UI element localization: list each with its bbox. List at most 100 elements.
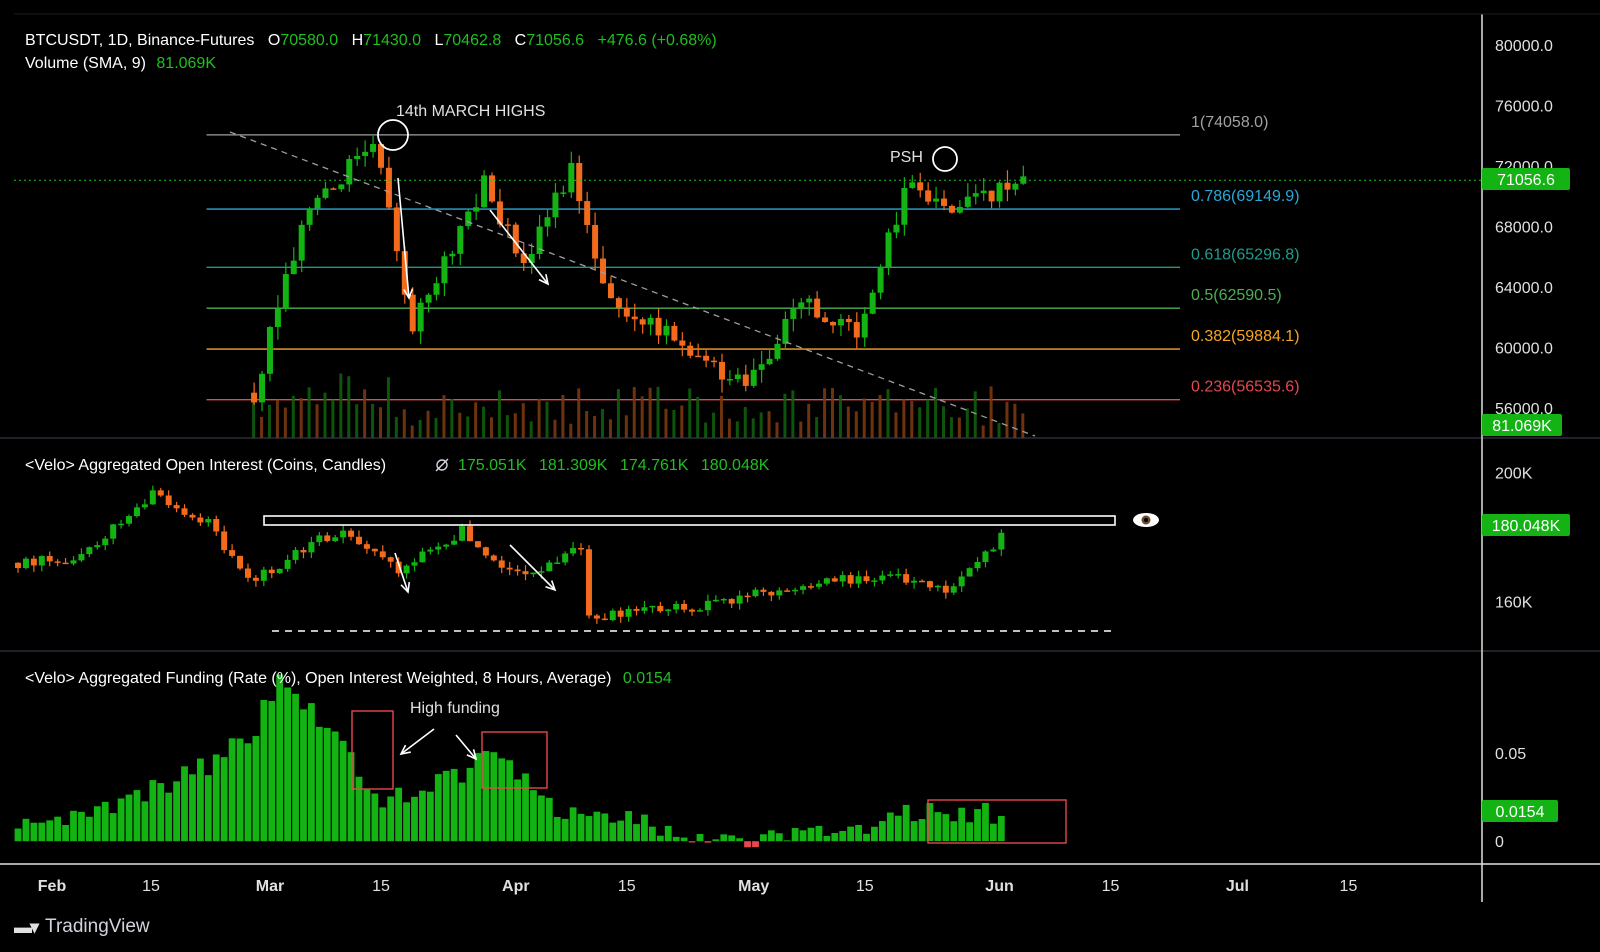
volume-bar <box>283 407 287 438</box>
oi-candle <box>649 605 656 608</box>
price-candle <box>655 317 662 336</box>
volume-bar <box>838 395 842 438</box>
funding-bar <box>561 818 569 842</box>
volume-bar <box>458 412 462 438</box>
price-candle <box>703 355 710 361</box>
funding-bar <box>989 823 997 842</box>
volume-bar <box>616 389 620 438</box>
volume-bar <box>878 395 882 438</box>
funding-bar <box>704 841 712 843</box>
oi-candle <box>657 605 664 612</box>
oi-candle <box>435 546 442 550</box>
oi-candle <box>229 550 236 556</box>
funding-bar <box>744 841 751 848</box>
volume-bar <box>751 418 755 438</box>
oi-candle <box>625 608 632 617</box>
brand-name: TradingView <box>45 916 150 937</box>
funding-bar <box>323 727 331 842</box>
volume-bar <box>601 408 605 438</box>
drawings[interactable] <box>14 119 1482 844</box>
march-highs-label: 14th MARCH HIGHS <box>396 103 545 120</box>
fib-label-2: 0.618(65296.8) <box>1191 246 1300 263</box>
volume-bar <box>577 388 581 438</box>
price-candle <box>615 298 622 308</box>
volume-bar <box>482 406 486 438</box>
oi-candle <box>371 548 378 552</box>
price-scale[interactable]: 56000.060000.064000.068000.072000.076000… <box>1495 38 1553 851</box>
price-candle <box>822 317 829 323</box>
time-tick-label: Jul <box>1226 878 1249 895</box>
volume-bar <box>331 399 335 438</box>
fib-label-3: 0.5(62590.5) <box>1191 287 1282 304</box>
tradingview-brand[interactable]: ▬▾ TradingView <box>14 916 150 938</box>
funding-bar <box>458 782 466 842</box>
low-value: 70462.8 <box>443 32 501 49</box>
hidden-eye-icon[interactable] <box>435 458 449 472</box>
oi-candle <box>94 545 101 548</box>
oi-candle <box>958 576 965 587</box>
trading-chart[interactable]: 1(74058.0) 0.786(69149.9) 0.618(65296.8) 0.… <box>0 0 1600 952</box>
funding-bar <box>189 774 196 842</box>
high-funding-label: High funding <box>410 700 500 717</box>
funding-bar <box>173 781 180 842</box>
eye-icon[interactable] <box>1133 513 1159 527</box>
funding-arrow-2 <box>455 734 477 760</box>
volume-badge: 81.069K <box>1482 414 1562 436</box>
price-candle <box>330 188 337 190</box>
volume-bar <box>934 387 938 438</box>
price-candle <box>600 258 607 284</box>
oi-candle <box>498 560 505 568</box>
volume-label: Volume (SMA, 9) <box>25 55 146 72</box>
time-tick-label: 15 <box>618 878 636 895</box>
volume-bar <box>434 417 438 438</box>
close-value: 71056.6 <box>526 32 584 49</box>
oi-candle <box>712 599 719 602</box>
funding-bar <box>165 792 173 842</box>
price-candle <box>806 298 813 303</box>
fibonacci-retracement[interactable]: 1(74058.0) 0.786(69149.9) 0.618(65296.8) 0.… <box>206 114 1300 401</box>
funding-bar <box>577 813 585 842</box>
price-candle <box>679 340 686 346</box>
volume-bar <box>862 398 866 438</box>
price-candle <box>956 206 963 213</box>
oi-candle <box>919 580 926 583</box>
funding-bar <box>950 821 958 842</box>
funding-bar <box>553 816 561 842</box>
funding-bar <box>419 790 426 842</box>
funding-bar <box>585 816 593 842</box>
fib-label-0: 1(74058.0) <box>1191 114 1268 131</box>
volume-bar <box>608 419 612 438</box>
oi-candle <box>942 585 949 593</box>
oi-candle <box>665 609 672 612</box>
volume-bar <box>371 403 375 438</box>
tradingview-logo-icon: ▬▾ <box>14 916 39 937</box>
price-candle <box>362 151 369 156</box>
price-candle <box>885 232 892 268</box>
price-candle <box>758 364 765 370</box>
funding-bar <box>974 809 981 842</box>
price-candle <box>607 283 614 299</box>
svg-text:Volume (SMA, 9) 81.069K: Volume (SMA, 9) 81.069K <box>25 55 216 72</box>
price-candle <box>433 283 440 295</box>
funding-bar <box>149 780 157 842</box>
svg-text:0.0154: 0.0154 <box>1496 804 1545 821</box>
volume-bar <box>442 395 446 438</box>
oi-candle <box>950 586 957 593</box>
volume-bar <box>926 399 930 438</box>
funding-bar <box>545 797 553 842</box>
funding-bar <box>649 826 656 842</box>
svg-text:175.051K 181.309K 174.: 175.051K 181.309K 174.761K 180.048K <box>458 457 770 474</box>
price-candle <box>592 224 599 259</box>
oi-candle <box>157 490 164 496</box>
funding-bar <box>141 801 149 842</box>
time-scale[interactable]: Feb 15 Mar 15 Apr 15 May 15 Jun 15 Jul 15 <box>38 878 1358 895</box>
volume-bar <box>299 398 303 438</box>
funding-bar <box>212 754 220 842</box>
oi-candle <box>459 526 466 541</box>
funding-title: <Velo> Aggregated Funding (Rate (%), Ope… <box>25 670 611 687</box>
price-candle <box>489 175 496 202</box>
funding-bar <box>506 760 514 842</box>
oi-candle <box>149 490 156 505</box>
price-candle <box>853 322 860 338</box>
volume-bar <box>521 403 525 438</box>
